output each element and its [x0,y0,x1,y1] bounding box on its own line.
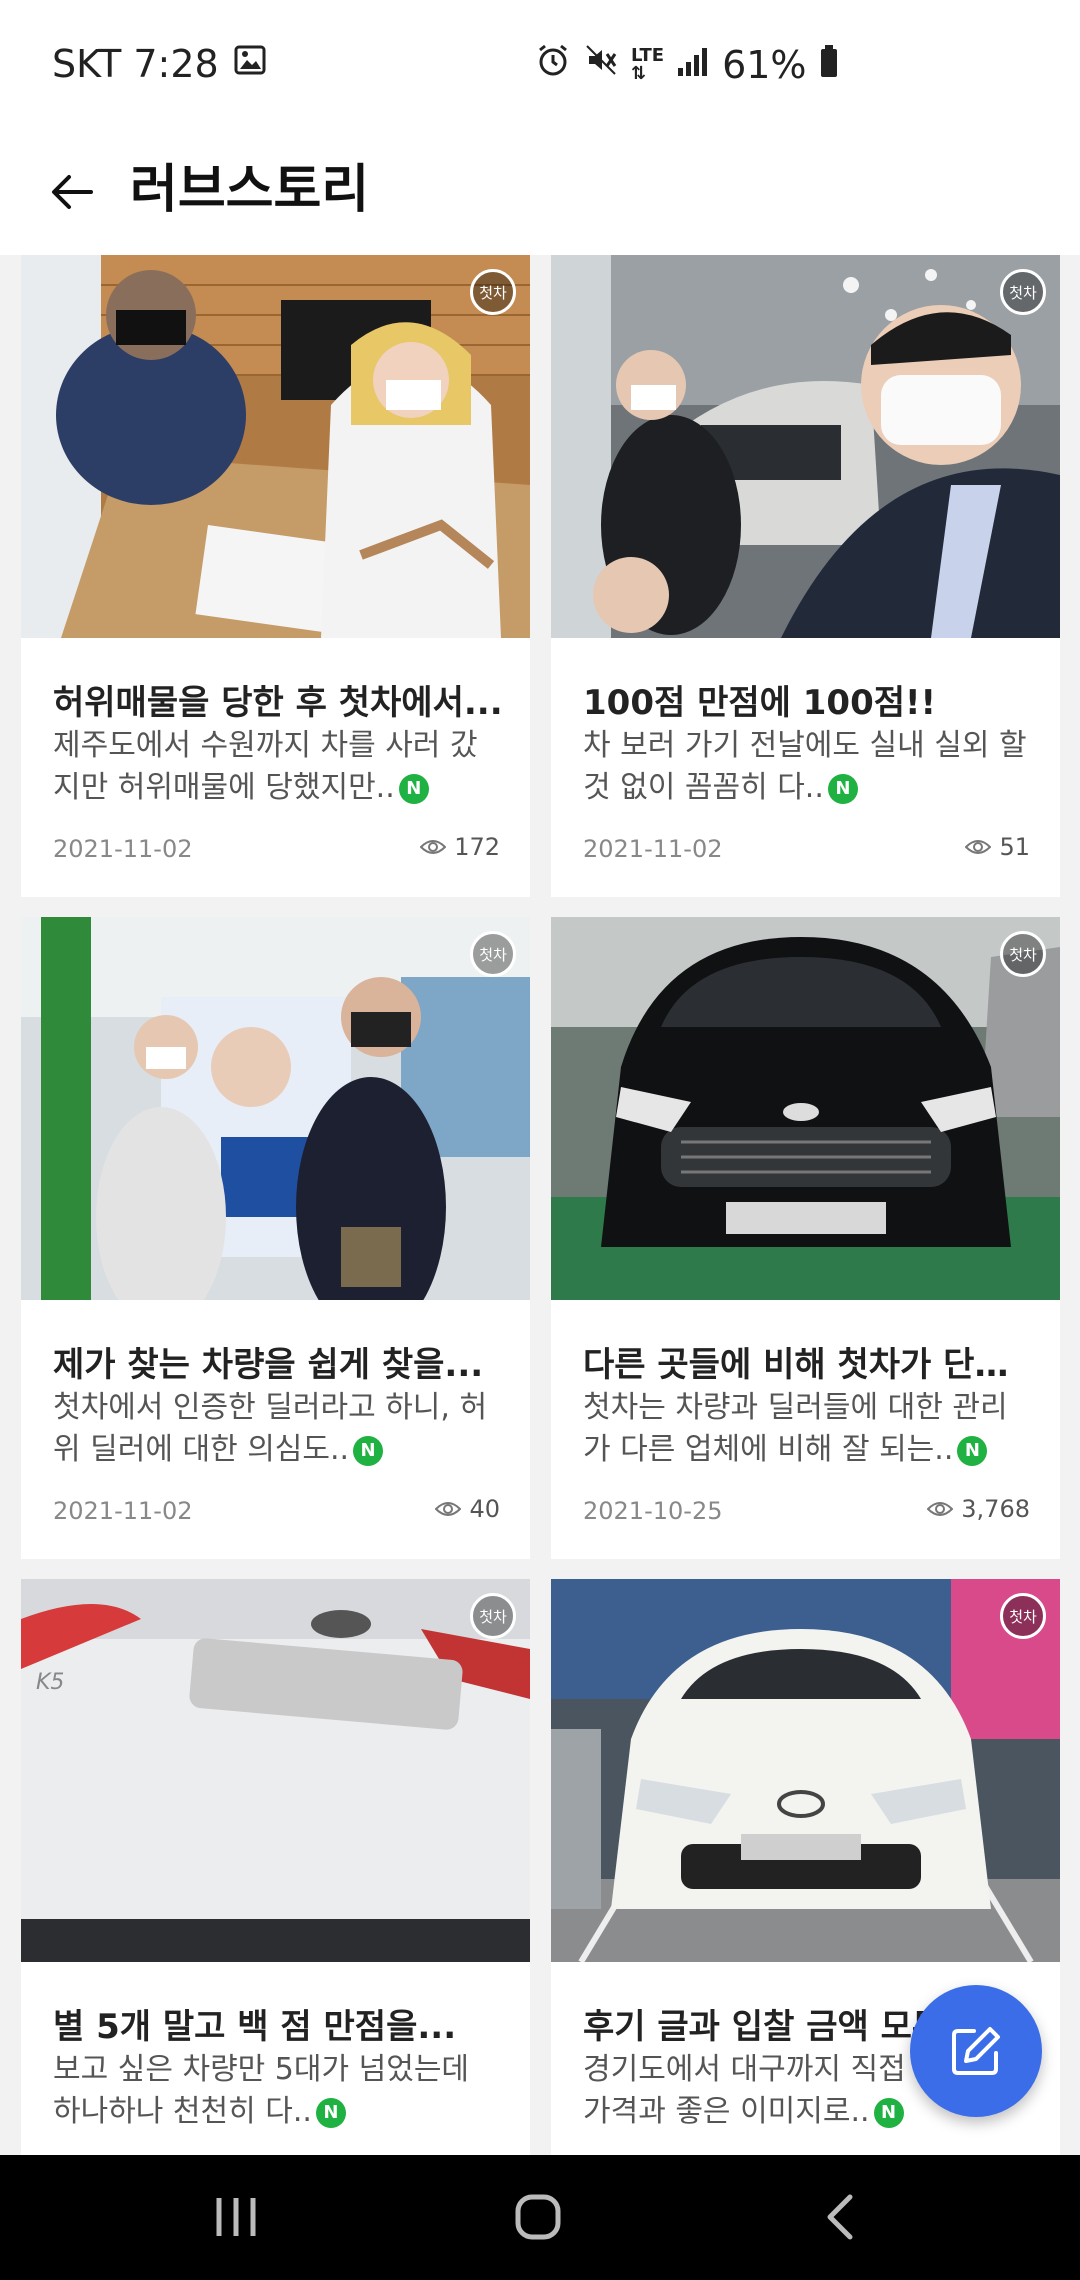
write-review-button[interactable] [910,1985,1042,2117]
new-badge: N [873,2097,904,2128]
brand-badge: 첫차 [1000,269,1046,315]
status-right: LTE ⇅ 61% [535,42,839,87]
brand-badge: 첫차 [470,1593,516,1639]
status-bar: SKT 7:28 LTE ⇅ 61% [0,0,1080,130]
status-left: SKT 7:28 [52,42,267,86]
signal-icon [676,43,710,87]
card-title: 허위매물을 당한 후 첫차에서... [53,683,503,723]
page-title: 러브스토리 [130,160,370,220]
card-title: 100점 만점에 100점!! [583,683,937,723]
story-card[interactable]: 첫차 100점 만점에 100점!! 차 보러 가기 전날에도 실내 실외 할 … [551,255,1060,897]
carrier-time: SKT 7:28 [52,42,219,86]
card-desc: 첫차에서 인증한 딜러라고 하니, 허위 딜러에 대한 의심도.. N [53,1390,488,1467]
mute-icon [583,42,619,87]
card-title: 별 5개 말고 백 점 만점을... [53,2007,457,2047]
story-card[interactable]: K5 첫차 별 5개 말고 백 점 만점을... 보고 싶은 차량만 5대가 넘… [21,1579,530,2155]
arrow-left-icon [52,175,93,209]
story-card[interactable]: 첫차 허위매물을 당한 후 첫차에서... 제주도에서 수원까지 차를 사러 갔… [21,255,530,897]
app-bar: 러브스토리 [0,130,1080,255]
card-date: 2021-11-02 [53,1497,193,1525]
new-badge: N [398,773,429,804]
recent-apps-button[interactable] [196,2185,276,2249]
card-views: 40 [435,1495,500,1523]
new-badge: N [827,773,858,804]
back-button[interactable] [36,156,108,228]
card-desc: 차 보러 가기 전날에도 실내 실외 할 것 없이 꼼꼼히 다.. N [583,728,1027,805]
home-icon [515,2194,561,2240]
card-date: 2021-11-02 [53,835,193,863]
card-views: 51 [965,833,1030,861]
story-thumbnail: 첫차 [551,917,1060,1300]
card-views: 3,768 [927,1495,1030,1523]
brand-badge: 첫차 [1000,931,1046,977]
svg-text:K5: K5 [36,1670,64,1695]
back-nav-icon [827,2194,853,2240]
brand-badge: 첫차 [1000,1593,1046,1639]
story-card[interactable]: 첫차 제가 찾는 차량을 쉽게 찾을... 첫차에서 인증한 딜러라고 하니, … [21,917,530,1559]
eye-icon [420,840,447,854]
home-button[interactable] [498,2185,578,2249]
gallery-icon [233,42,267,86]
story-grid: 첫차 허위매물을 당한 후 첫차에서... 제주도에서 수원까지 차를 사러 갔… [0,255,1080,2155]
card-desc: 제주도에서 수원까지 차를 사러 갔지만 허위매물에 당했지만.. N [53,728,478,805]
new-badge: N [315,2097,346,2128]
card-title: 다른 곳들에 비해 첫차가 단연... [583,1345,1033,1385]
card-desc: 보고 싶은 차량만 5대가 넘었는데 하나하나 천천히 다.. N [53,2052,470,2129]
battery-percent: 61% [722,42,807,87]
eye-icon [927,1502,954,1516]
battery-icon [819,43,839,87]
card-date: 2021-10-25 [583,1497,723,1525]
eye-icon [435,1502,462,1516]
edit-icon [952,2027,1000,2075]
story-card[interactable]: 첫차 다른 곳들에 비해 첫차가 단연... 첫차는 차량과 딜러들에 대한 관… [551,917,1060,1559]
story-thumbnail: 첫차 [551,1579,1060,1962]
new-badge: N [957,1435,988,1466]
card-views: 172 [420,833,500,861]
brand-badge: 첫차 [470,931,516,977]
system-nav-bar [0,2155,1080,2280]
story-thumbnail: 첫차 [21,917,530,1300]
recent-apps-icon [216,2198,256,2236]
story-thumbnail: K5 첫차 [21,1579,530,1962]
story-thumbnail: 첫차 [551,255,1060,638]
card-title: 제가 찾는 차량을 쉽게 찾을... [53,1345,484,1385]
card-date: 2021-11-02 [583,835,723,863]
network-type: LTE ⇅ [631,44,665,84]
back-nav-button[interactable] [800,2185,880,2249]
story-thumbnail: 첫차 [21,255,530,638]
alarm-icon [535,42,571,87]
card-desc: 첫차는 차량과 딜러들에 대한 관리가 다른 업체에 비해 잘 되는.. N [583,1390,1008,1467]
eye-icon [965,840,992,854]
brand-badge: 첫차 [470,269,516,315]
new-badge: N [353,1435,384,1466]
